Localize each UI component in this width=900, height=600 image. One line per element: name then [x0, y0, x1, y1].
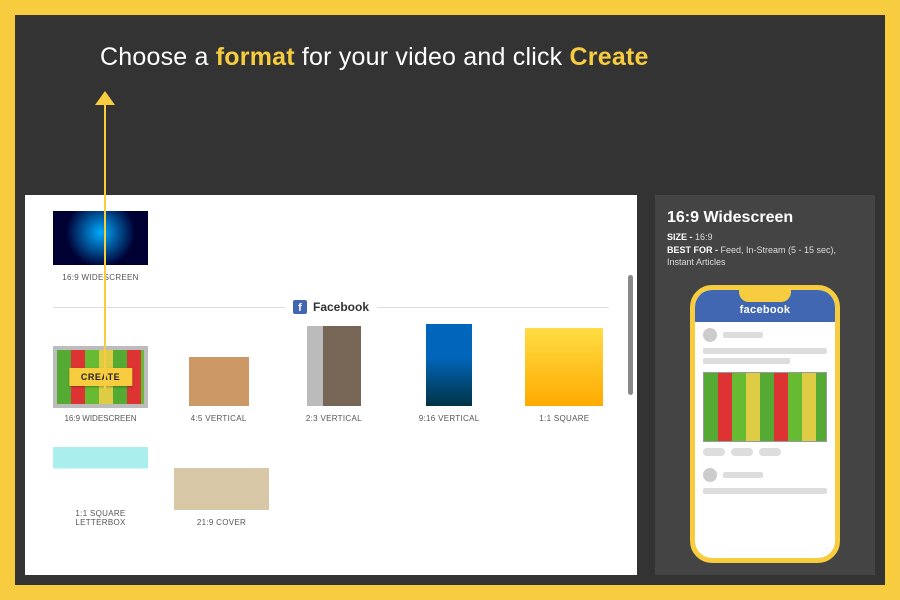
format-tile[interactable]: 1:1 SQUARE LETTERBOX — [53, 447, 148, 527]
format-picker-panel: 16:9 WIDESCREEN f Facebook — [25, 195, 637, 575]
placeholder-bar — [703, 348, 827, 354]
format-tile[interactable]: 21:9 COVER — [174, 468, 269, 527]
preview-post — [695, 462, 835, 504]
info-size: SIZE - 16:9 — [667, 231, 863, 244]
phone-preview: facebook — [690, 285, 840, 563]
placeholder-bar — [703, 358, 790, 364]
avatar-icon — [703, 328, 717, 342]
facebook-icon: f — [293, 300, 307, 314]
info-bestfor: BEST FOR - Feed, In-Stream (5 - 15 sec),… — [667, 244, 863, 269]
thumbnail-image — [53, 447, 148, 501]
heading-accent-format: format — [216, 43, 295, 71]
placeholder-pill — [759, 448, 781, 456]
format-label: 9:16 VERTICAL — [419, 414, 480, 423]
heading-text-pre: Choose a — [100, 43, 216, 71]
thumbnail-image — [426, 324, 472, 406]
divider-line — [53, 307, 285, 308]
placeholder-bar — [723, 472, 763, 478]
heading-text-mid: for your video and click — [295, 43, 570, 71]
format-tile[interactable]: 9:16 VERTICAL — [405, 324, 494, 423]
arrow-line — [104, 103, 106, 389]
thumbnail-image — [307, 326, 361, 406]
format-label: 2:3 VERTICAL — [306, 414, 362, 423]
avatar-icon — [703, 468, 717, 482]
thumbnail-image — [174, 468, 269, 510]
preview-post — [695, 322, 835, 462]
placeholder-bar — [703, 488, 827, 494]
format-label: 21:9 COVER — [197, 518, 246, 527]
heading-accent-create: Create — [570, 43, 649, 71]
section-header-facebook: f Facebook — [53, 300, 609, 314]
format-tile[interactable]: 2:3 VERTICAL — [289, 326, 378, 423]
placeholder-bar — [723, 332, 763, 338]
scrollbar-thumb[interactable] — [628, 275, 633, 395]
format-info-panel: 16:9 Widescreen SIZE - 16:9 BEST FOR - F… — [655, 195, 875, 575]
phone-notch — [739, 288, 791, 302]
instruction-heading: Choose a format for your video and click… — [15, 15, 885, 72]
format-label: 1:1 SQUARE LETTERBOX — [53, 509, 148, 527]
format-label: 16:9 WIDESCREEN — [64, 414, 136, 423]
preview-video-frame — [703, 372, 827, 442]
thumbnail-image — [189, 331, 249, 406]
format-tile[interactable]: 1:1 SQUARE — [520, 328, 609, 423]
section-title: Facebook — [313, 300, 369, 314]
format-label: 4:5 VERTICAL — [191, 414, 247, 423]
callout-arrow — [95, 91, 115, 391]
divider-line — [377, 307, 609, 308]
format-tile[interactable]: 4:5 VERTICAL — [174, 331, 263, 423]
placeholder-pill — [731, 448, 753, 456]
placeholder-pill — [703, 448, 725, 456]
info-title: 16:9 Widescreen — [667, 209, 863, 227]
format-label: 1:1 SQUARE — [539, 414, 589, 423]
thumbnail-image — [525, 328, 603, 406]
